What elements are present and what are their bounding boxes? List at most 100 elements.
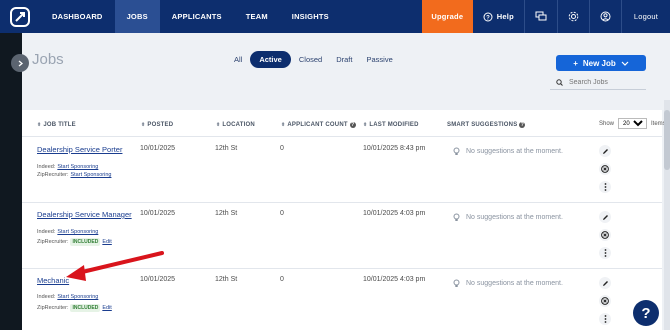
scrollbar-thumb[interactable] <box>664 110 670 170</box>
more-options-button[interactable] <box>599 181 611 193</box>
table-row: Dealership Service Manager 10/01/2025 12… <box>22 203 662 269</box>
indeed-label: Indeed: <box>37 229 56 235</box>
table-row: Mechanic 10/01/2025 12th St 0 10/01/2025… <box>22 269 662 330</box>
job-title-link[interactable]: Dealership Service Porter <box>37 145 122 154</box>
jobs-table: ⬍ JOB TITLE ⬍ POSTED ⬍ LOCATION ⬍ APPLICANT … <box>22 110 666 330</box>
left-sidebar <box>0 33 22 330</box>
job-title-link[interactable]: Mechanic <box>37 276 69 285</box>
start-sponsoring-link[interactable]: Start Sponsoring <box>57 164 98 170</box>
profile-button[interactable] <box>590 0 621 33</box>
lightbulb-icon <box>453 147 460 155</box>
expand-sidebar-button[interactable] <box>11 54 29 72</box>
ziprecruiter-sponsor: ZipRecruiter: INCLUDED Edit <box>37 304 112 312</box>
indeed-sponsor: Indeed: Start Sponsoring <box>37 164 98 170</box>
included-badge: INCLUDED <box>70 238 101 246</box>
ziprecruiter-label: ZipRecruiter: <box>37 172 69 178</box>
nav-team[interactable]: TEAM <box>234 0 280 33</box>
suggestion-text: No suggestions at the moment. <box>466 280 563 287</box>
col-smart-suggestions: SMART SUGGESTIONS? <box>447 122 526 128</box>
edit-job-button[interactable] <box>599 277 611 289</box>
user-circle-icon <box>600 11 611 22</box>
close-job-button[interactable] <box>599 163 611 175</box>
sort-icon: ⬍ <box>37 122 42 128</box>
edit-job-button[interactable] <box>599 211 611 223</box>
smart-suggestion: No suggestions at the moment. <box>452 213 563 222</box>
page-title: Jobs <box>32 51 64 68</box>
pencil-icon <box>602 214 608 220</box>
upgrade-button[interactable]: Upgrade <box>421 0 473 33</box>
tab-all[interactable]: All <box>228 51 248 68</box>
table-row: Dealership Service Porter 10/01/2025 12t… <box>22 137 662 203</box>
search-input[interactable] <box>569 78 639 86</box>
nav-applicants[interactable]: APPLICANTS <box>160 0 234 33</box>
show-label: Show <box>599 120 615 127</box>
more-vertical-icon <box>604 315 606 323</box>
app-logo-icon[interactable] <box>0 0 40 33</box>
posted-date: 10/01/2025 <box>140 210 176 217</box>
new-job-button[interactable]: + New Job <box>556 55 646 71</box>
chat-icon <box>535 11 547 21</box>
col-applicant-count[interactable]: ⬍ APPLICANT COUNT? <box>281 122 356 128</box>
help-label: Help <box>496 12 514 21</box>
info-icon[interactable]: ? <box>349 122 356 128</box>
ziprecruiter-label: ZipRecruiter: <box>37 305 69 311</box>
last-modified: 10/01/2025 8:43 pm <box>363 145 426 152</box>
start-sponsoring-link[interactable]: Start Sponsoring <box>70 172 111 178</box>
help-chat-button[interactable]: ? <box>633 300 659 326</box>
applicant-count: 0 <box>280 210 284 217</box>
more-vertical-icon <box>604 183 606 191</box>
location: 12th St <box>215 276 238 283</box>
tab-closed[interactable]: Closed <box>293 51 328 68</box>
search-icon <box>556 78 563 86</box>
sort-icon: ⬍ <box>216 122 221 128</box>
gear-icon <box>568 11 579 22</box>
col-label: JOB TITLE <box>43 122 76 128</box>
nav-insights[interactable]: INSIGHTS <box>280 0 341 33</box>
close-circle-icon <box>601 297 609 305</box>
logout-button[interactable]: Logout <box>622 0 670 33</box>
sort-icon: ⬍ <box>363 122 368 128</box>
info-icon[interactable]: ? <box>519 122 526 128</box>
tab-active[interactable]: Active <box>250 51 291 68</box>
messages-button[interactable] <box>525 0 557 33</box>
col-label: APPLICANT COUNT <box>287 122 348 128</box>
start-sponsoring-link[interactable]: Start Sponsoring <box>57 229 98 235</box>
pencil-icon <box>602 280 608 286</box>
suggestion-text: No suggestions at the moment. <box>466 214 563 221</box>
close-job-button[interactable] <box>599 229 611 241</box>
top-nav-bar: DASHBOARD JOBS APPLICANTS TEAM INSIGHTS … <box>0 0 670 33</box>
svg-text:?: ? <box>486 15 490 21</box>
smart-suggestion: No suggestions at the moment. <box>452 279 563 288</box>
applicant-count: 0 <box>280 145 284 152</box>
chevron-down-icon <box>621 61 629 66</box>
tab-passive[interactable]: Passive <box>360 51 398 68</box>
page-size-select[interactable]: 20 <box>618 118 648 129</box>
edit-sponsor-link[interactable]: Edit <box>102 305 111 311</box>
posted-date: 10/01/2025 <box>140 145 176 152</box>
help-button[interactable]: ? Help <box>473 0 524 33</box>
col-label: LOCATION <box>222 122 255 128</box>
nav-dashboard[interactable]: DASHBOARD <box>40 0 115 33</box>
page-size-control: Show 20 Items <box>599 118 666 129</box>
nav-jobs[interactable]: JOBS <box>114 0 160 33</box>
col-label: SMART SUGGESTIONS <box>447 122 518 128</box>
indeed-sponsor: Indeed: Start Sponsoring <box>37 229 98 235</box>
close-job-button[interactable] <box>599 295 611 307</box>
last-modified: 10/01/2025 4:03 pm <box>363 210 426 217</box>
settings-button[interactable] <box>558 0 589 33</box>
start-sponsoring-link[interactable]: Start Sponsoring <box>57 294 98 300</box>
col-job-title[interactable]: ⬍ JOB TITLE <box>37 122 76 128</box>
more-options-button[interactable] <box>599 313 611 325</box>
new-job-label: New Job <box>582 58 616 68</box>
col-posted[interactable]: ⬍ POSTED <box>141 122 173 128</box>
edit-sponsor-link[interactable]: Edit <box>102 239 111 245</box>
col-location[interactable]: ⬍ LOCATION <box>216 122 255 128</box>
more-options-button[interactable] <box>599 247 611 259</box>
last-modified: 10/01/2025 4:03 pm <box>363 276 426 283</box>
tab-draft[interactable]: Draft <box>330 51 358 68</box>
job-title-link[interactable]: Dealership Service Manager <box>37 210 132 219</box>
plus-icon: + <box>573 58 578 68</box>
chevron-right-icon <box>18 60 23 66</box>
col-last-modified[interactable]: ⬍ LAST MODIFIED <box>363 122 419 128</box>
edit-job-button[interactable] <box>599 145 611 157</box>
